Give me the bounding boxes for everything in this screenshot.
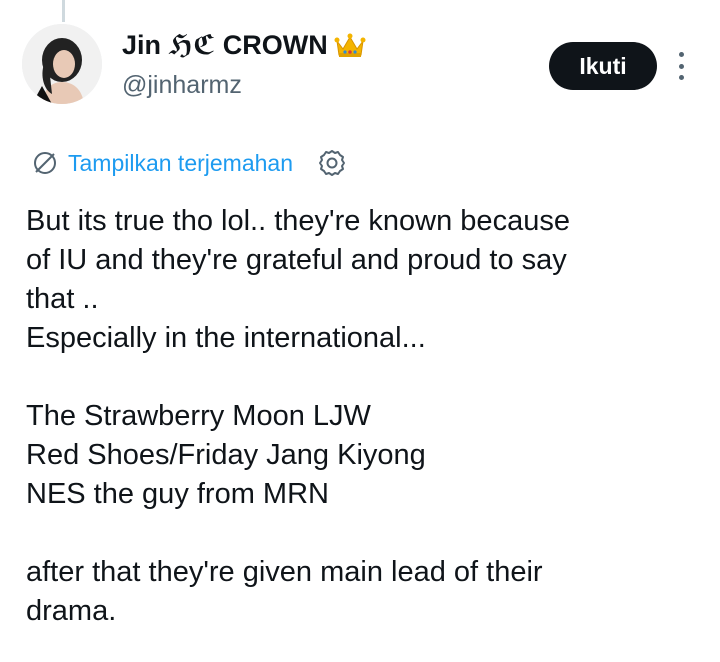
tweet-text-line: NES the guy from MRN <box>26 478 329 510</box>
translate-icon <box>34 152 56 174</box>
show-translation-link[interactable]: Tampilkan terjemahan <box>68 150 293 177</box>
tweet-text-line: that .. <box>26 283 99 315</box>
tweet-text: But its true tho lol.. they're known bec… <box>26 202 706 631</box>
author-handle[interactable]: @jinharmz <box>122 68 366 102</box>
ellipsis-dot <box>678 75 684 80</box>
tweet-text-line: Especially in the international... <box>26 322 426 354</box>
crown-emoji-icon <box>334 31 366 59</box>
tweet-text-line: But its true tho lol.. they're known bec… <box>26 205 570 237</box>
tweet-text-line: The Strawberry Moon LJW <box>26 400 371 432</box>
ellipsis-dot <box>678 63 684 69</box>
avatar[interactable] <box>22 24 102 104</box>
author-display-name-row[interactable]: Jin ℌℭ CROWN <box>122 28 366 62</box>
tweet-text-line: after that they're given main lead of th… <box>26 556 543 588</box>
ellipsis-dot <box>678 52 684 57</box>
translation-row: Tampilkan terjemahan <box>32 148 347 178</box>
tweet-text-line: of IU and they're grateful and proud to … <box>26 244 567 276</box>
author-display-name[interactable]: Jin ℌℭ CROWN <box>122 28 328 62</box>
profile-photo <box>22 24 102 104</box>
author-info: Jin ℌℭ CROWN @jinharmz <box>122 28 366 102</box>
follow-button[interactable]: Ikuti <box>549 42 657 90</box>
tweet-text-line <box>26 358 706 397</box>
tweet-text-line: Red Shoes/Friday Jang Kiyong <box>26 439 426 471</box>
vertical-ellipsis-icon[interactable] <box>672 50 690 82</box>
thread-connector-line <box>62 0 65 22</box>
tweet-text-line <box>26 514 706 553</box>
gear-icon[interactable] <box>317 148 347 178</box>
tweet-text-line: drama. <box>26 595 117 627</box>
